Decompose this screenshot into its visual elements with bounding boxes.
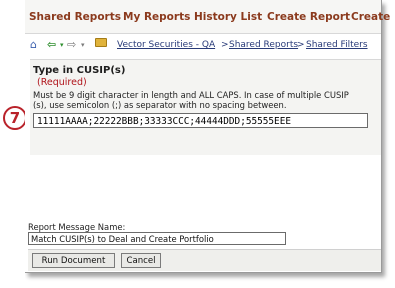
home-icon[interactable]: ⌂	[30, 38, 37, 52]
run-document-button[interactable]: Run Document	[32, 253, 115, 268]
tab-history-list[interactable]: History List	[194, 11, 262, 23]
required-label: (Required)	[37, 77, 87, 88]
tab-my-reports[interactable]: My Reports	[123, 11, 190, 23]
button-bar: Run Document Cancel	[28, 249, 381, 271]
tab-shared-reports[interactable]: Shared Reports	[29, 11, 121, 23]
prompt-description: Must be 9 digit character in length and …	[33, 90, 349, 110]
cusip-input[interactable]: 11111AAAA;22222BBB;33333CCC;44444DDD;555…	[33, 113, 368, 128]
breadcrumb-shared-filters[interactable]: Shared Filters	[306, 40, 368, 50]
tab-create-report[interactable]: Create Report	[267, 11, 350, 23]
cancel-button[interactable]: Cancel	[121, 253, 161, 268]
back-arrow-icon[interactable]: ⇦	[47, 38, 56, 52]
forward-dropdown-icon[interactable]: ▾	[81, 38, 85, 52]
toolbar: ⌂ ⇦ ▾ ⇨ ▾ Vector Securities - QA > Share…	[25, 34, 381, 56]
report-panel: Shared Reports My Reports History List C…	[25, 0, 390, 273]
report-message-input[interactable]: Match CUSIP(s) to Deal and Create Portfo…	[28, 232, 286, 245]
forward-arrow-icon[interactable]: ⇨	[67, 38, 76, 52]
app-frame: Shared Reports My Reports History List C…	[25, 0, 395, 288]
report-message-label: Report Message Name:	[28, 222, 126, 232]
cusip-prompt: Type in CUSIP(s) (Required) Must be 9 di…	[30, 59, 381, 157]
step-callout: 7	[3, 106, 27, 130]
prompt-title: Type in CUSIP(s)	[33, 65, 126, 76]
folder-icon[interactable]	[95, 38, 107, 47]
breadcrumb-vector-securities[interactable]: Vector Securities - QA	[117, 40, 215, 50]
breadcrumb-separator: >	[297, 40, 305, 50]
nav-tabs: Shared Reports My Reports History List C…	[25, 0, 390, 34]
breadcrumb-separator: >	[221, 40, 229, 50]
tab-create[interactable]: Create	[351, 11, 390, 23]
breadcrumb-shared-reports[interactable]: Shared Reports	[229, 40, 298, 50]
prompt-blank-area	[30, 155, 381, 220]
back-dropdown-icon[interactable]: ▾	[60, 38, 64, 52]
